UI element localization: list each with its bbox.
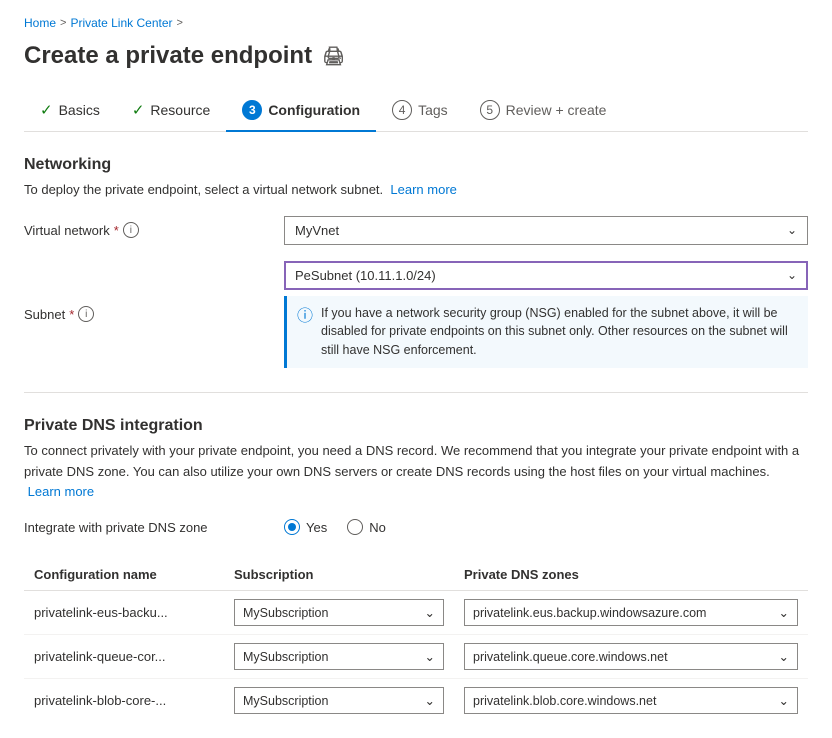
dns-no-option[interactable]: No	[347, 519, 386, 535]
virtual-network-label: Virtual network * i	[24, 222, 284, 238]
nsg-info-icon: ⓘ	[297, 305, 313, 360]
dns-zone-cell: privatelink.eus.backup.windowsazure.com …	[454, 591, 808, 635]
breadcrumb-sep1: >	[60, 17, 66, 29]
dns-zone-cell: privatelink.blob.core.windows.net ⌄	[454, 679, 808, 723]
tab-review[interactable]: 5 Review + create	[464, 90, 623, 132]
breadcrumb-private-link[interactable]: Private Link Center	[70, 16, 172, 30]
subnet-select[interactable]: PeSubnet (10.11.1.0/24) ⌄	[284, 261, 808, 290]
dns-zone-value: privatelink.blob.core.windows.net	[473, 694, 656, 708]
dns-yes-label: Yes	[306, 520, 327, 535]
tab-basics[interactable]: ✓ Basics	[24, 91, 116, 131]
nsg-note: ⓘ If you have a network security group (…	[284, 296, 808, 368]
dns-yes-radio[interactable]	[284, 519, 300, 535]
check-icon-basics: ✓	[40, 101, 53, 119]
tab-review-label: Review + create	[506, 102, 607, 118]
virtual-network-value: MyVnet	[295, 223, 339, 238]
tab-number-tags: 4	[392, 100, 412, 120]
dns-subscription-value: MySubscription	[243, 694, 328, 708]
dns-subscription-select[interactable]: MySubscription ⌄	[234, 599, 444, 626]
tab-basics-label: Basics	[59, 102, 100, 118]
tab-number-configuration: 3	[242, 100, 262, 120]
dns-subscription-select[interactable]: MySubscription ⌄	[234, 687, 444, 714]
breadcrumb: Home > Private Link Center >	[24, 16, 808, 30]
subnet-value: PeSubnet (10.11.1.0/24)	[295, 268, 436, 283]
dns-subscription-cell: MySubscription ⌄	[224, 591, 454, 635]
dns-subscription-select[interactable]: MySubscription ⌄	[234, 643, 444, 670]
dns-no-label: No	[369, 520, 386, 535]
integrate-dns-label: Integrate with private DNS zone	[24, 520, 284, 535]
col-header-config: Configuration name	[24, 559, 224, 591]
networking-learn-more[interactable]: Learn more	[390, 182, 456, 197]
dns-subscription-value: MySubscription	[243, 650, 328, 664]
dns-zone-chevron-icon: ⌄	[779, 693, 789, 708]
dns-subscription-cell: MySubscription ⌄	[224, 635, 454, 679]
subnet-info-icon[interactable]: i	[78, 306, 94, 322]
subnet-row: Subnet * i PeSubnet (10.11.1.0/24) ⌄ ⓘ I…	[24, 261, 808, 368]
tab-configuration-label: Configuration	[268, 102, 360, 118]
page-title-row: Create a private endpoint 🖨	[24, 42, 808, 70]
wizard-tabs: ✓ Basics ✓ Resource 3 Configuration 4 Ta…	[24, 90, 808, 132]
tab-number-review: 5	[480, 100, 500, 120]
integrate-dns-row: Integrate with private DNS zone Yes No	[24, 519, 808, 535]
check-icon-resource: ✓	[132, 101, 145, 119]
dns-table: Configuration name Subscription Private …	[24, 559, 808, 722]
breadcrumb-sep2: >	[177, 17, 183, 29]
dns-sub-chevron-icon: ⌄	[425, 693, 435, 708]
tab-tags[interactable]: 4 Tags	[376, 90, 464, 132]
dns-table-header-row: Configuration name Subscription Private …	[24, 559, 808, 591]
private-dns-learn-more[interactable]: Learn more	[28, 484, 94, 499]
networking-desc: To deploy the private endpoint, select a…	[24, 180, 808, 200]
dns-zone-value: privatelink.queue.core.windows.net	[473, 650, 668, 664]
dns-sub-chevron-icon: ⌄	[425, 605, 435, 620]
tab-resource[interactable]: ✓ Resource	[116, 91, 227, 131]
virtual-network-control: MyVnet ⌄	[284, 216, 808, 245]
dns-table-row: privatelink-eus-backu... MySubscription …	[24, 591, 808, 635]
col-header-subscription: Subscription	[224, 559, 454, 591]
virtual-network-row: Virtual network * i MyVnet ⌄	[24, 216, 808, 245]
tab-tags-label: Tags	[418, 102, 448, 118]
private-dns-desc: To connect privately with your private e…	[24, 441, 808, 503]
required-star-subnet: *	[69, 307, 74, 322]
virtual-network-select[interactable]: MyVnet ⌄	[284, 216, 808, 245]
dns-zone-cell: privatelink.queue.core.windows.net ⌄	[454, 635, 808, 679]
private-dns-section: Private DNS integration To connect priva…	[24, 417, 808, 722]
subnet-label: Subnet * i	[24, 306, 284, 322]
dns-table-row: privatelink-blob-core-... MySubscription…	[24, 679, 808, 723]
dns-zone-select[interactable]: privatelink.eus.backup.windowsazure.com …	[464, 599, 798, 626]
subnet-chevron-icon: ⌄	[787, 268, 797, 282]
dns-zone-chevron-icon: ⌄	[779, 649, 789, 664]
print-icon[interactable]: 🖨	[322, 46, 345, 67]
dns-config-name: privatelink-blob-core-...	[24, 679, 224, 723]
required-star-vnet: *	[114, 223, 119, 238]
dns-no-radio[interactable]	[347, 519, 363, 535]
tab-configuration[interactable]: 3 Configuration	[226, 90, 376, 132]
dns-subscription-cell: MySubscription ⌄	[224, 679, 454, 723]
nsg-note-text: If you have a network security group (NS…	[321, 304, 798, 360]
dns-subscription-value: MySubscription	[243, 606, 328, 620]
networking-title: Networking	[24, 156, 808, 174]
page-title: Create a private endpoint	[24, 42, 312, 70]
private-dns-title: Private DNS integration	[24, 417, 808, 435]
dns-zone-select[interactable]: privatelink.queue.core.windows.net ⌄	[464, 643, 798, 670]
breadcrumb-home[interactable]: Home	[24, 16, 56, 30]
dns-sub-chevron-icon: ⌄	[425, 649, 435, 664]
tab-resource-label: Resource	[150, 102, 210, 118]
dns-config-name: privatelink-eus-backu...	[24, 591, 224, 635]
vnet-chevron-icon: ⌄	[787, 223, 797, 237]
networking-section: Networking To deploy the private endpoin…	[24, 156, 808, 368]
dns-table-row: privatelink-queue-cor... MySubscription …	[24, 635, 808, 679]
subnet-control: PeSubnet (10.11.1.0/24) ⌄ ⓘ If you have …	[284, 261, 808, 368]
integrate-dns-options: Yes No	[284, 519, 386, 535]
dns-zone-select[interactable]: privatelink.blob.core.windows.net ⌄	[464, 687, 798, 714]
vnet-info-icon[interactable]: i	[123, 222, 139, 238]
dns-zone-chevron-icon: ⌄	[779, 605, 789, 620]
section-divider	[24, 392, 808, 393]
col-header-dns: Private DNS zones	[454, 559, 808, 591]
dns-yes-option[interactable]: Yes	[284, 519, 327, 535]
dns-config-name: privatelink-queue-cor...	[24, 635, 224, 679]
dns-zone-value: privatelink.eus.backup.windowsazure.com	[473, 606, 706, 620]
